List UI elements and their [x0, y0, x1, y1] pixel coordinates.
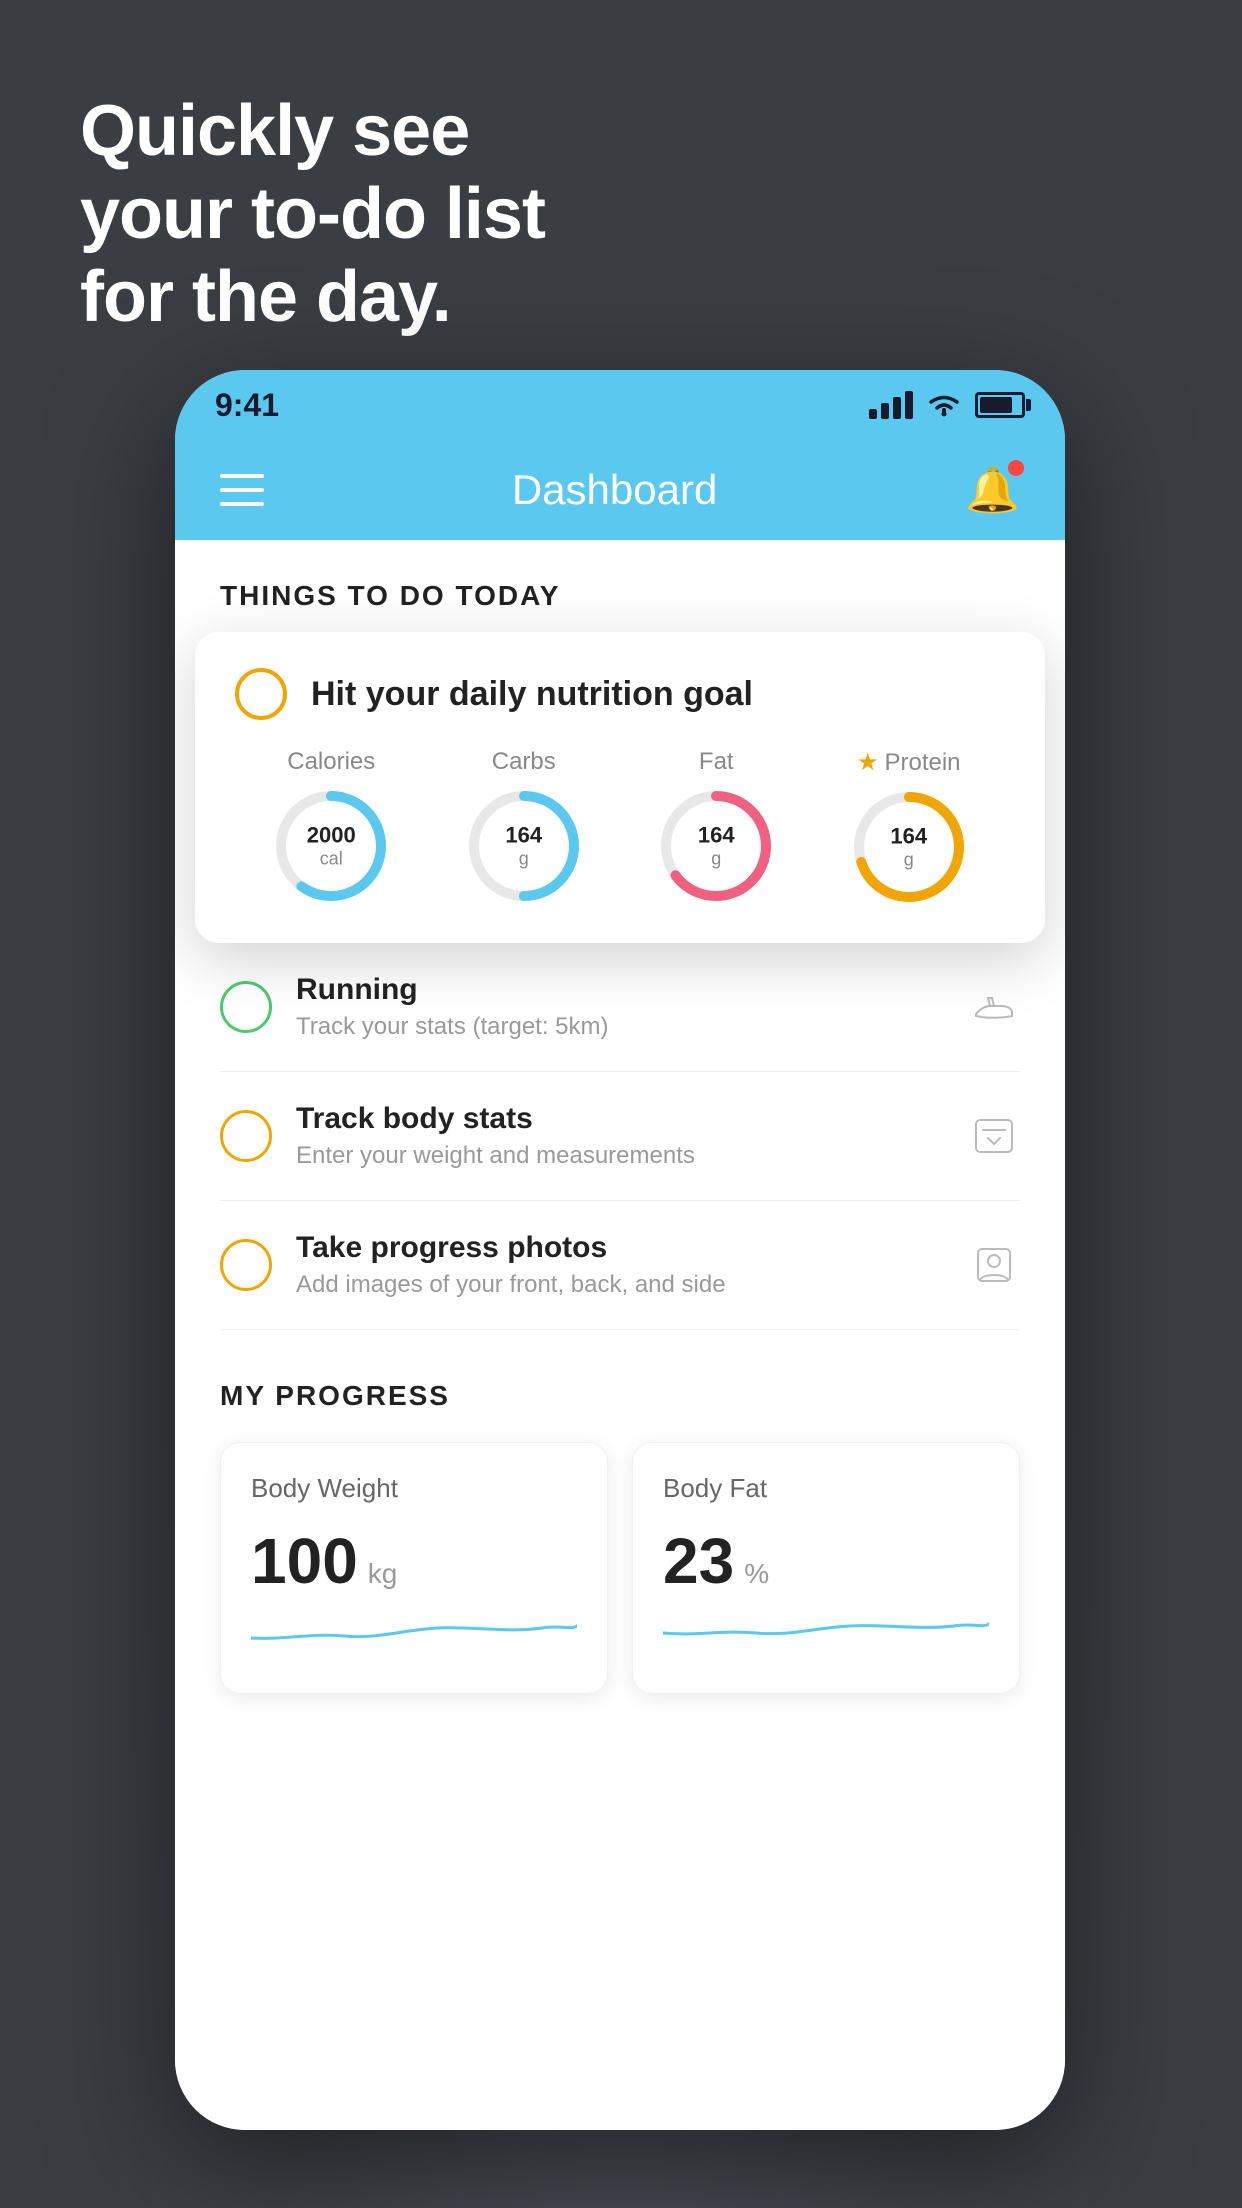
ring-protein-label-row: ★ Protein — [857, 748, 961, 777]
nutrition-card: Hit your daily nutrition goal Calories — [195, 632, 1045, 943]
phone-frame: 9:41 — [175, 370, 1065, 2130]
ring-fat-unit: g — [698, 849, 735, 870]
ring-calories-label: Calories — [287, 748, 375, 776]
body-fat-card[interactable]: Body Fat 23 % — [632, 1442, 1020, 1694]
ring-calories-unit: cal — [307, 849, 356, 870]
todo-item-running[interactable]: Running Track your stats (target: 5km) — [220, 943, 1020, 1072]
wifi-icon — [927, 392, 961, 418]
body-weight-card[interactable]: Body Weight 100 kg — [220, 1442, 608, 1694]
ring-carbs-container: 164 g — [464, 786, 584, 906]
progress-section: MY PROGRESS Body Weight 100 kg — [175, 1330, 1065, 1734]
body-stats-title: Track body stats — [296, 1102, 944, 1136]
progress-header: MY PROGRESS — [220, 1380, 1020, 1412]
photos-text: Take progress photos Add images of your … — [296, 1231, 944, 1299]
nutrition-card-header: Hit your daily nutrition goal — [235, 668, 1005, 720]
ring-fat-value: 164 — [698, 823, 735, 849]
phone-body: Hit your daily nutrition goal Calories — [175, 632, 1065, 1764]
star-icon: ★ — [857, 748, 879, 777]
ring-protein-container: 164 g — [849, 787, 969, 907]
signal-bars-icon — [869, 391, 913, 419]
ring-carbs-value: 164 — [505, 823, 542, 849]
photos-circle-icon — [220, 1239, 272, 1291]
nutrition-rings: Calories 2000 cal — [235, 748, 1005, 907]
todo-item-photos[interactable]: Take progress photos Add images of your … — [220, 1201, 1020, 1330]
running-circle-icon — [220, 981, 272, 1033]
scale-icon — [968, 1110, 1020, 1162]
ring-carbs-unit: g — [505, 849, 542, 870]
body-weight-sparkline — [251, 1598, 577, 1658]
ring-calories-container: 2000 cal — [271, 786, 391, 906]
photos-title: Take progress photos — [296, 1231, 944, 1265]
things-to-do-header: THINGS TO DO TODAY — [175, 540, 1065, 632]
bell-notification-icon[interactable]: 🔔 — [965, 464, 1020, 516]
nav-bar: Dashboard 🔔 — [175, 440, 1065, 540]
body-weight-unit: kg — [368, 1558, 398, 1590]
content-area: THINGS TO DO TODAY Hit your daily nutrit… — [175, 540, 1065, 2130]
body-weight-number: 100 — [251, 1524, 358, 1598]
body-fat-title: Body Fat — [663, 1473, 989, 1504]
status-bar: 9:41 — [175, 370, 1065, 440]
ring-fat: Fat 164 g — [656, 748, 776, 906]
ring-carbs-label: Carbs — [492, 748, 556, 776]
ring-fat-label: Fat — [699, 748, 734, 776]
body-fat-value-row: 23 % — [663, 1524, 989, 1598]
ring-protein-label: Protein — [884, 749, 960, 777]
ring-fat-container: 164 g — [656, 786, 776, 906]
body-fat-unit: % — [744, 1558, 769, 1590]
nutrition-card-title: Hit your daily nutrition goal — [311, 675, 753, 714]
body-weight-value-row: 100 kg — [251, 1524, 577, 1598]
ring-calories: Calories 2000 cal — [271, 748, 391, 906]
person-photo-icon — [968, 1239, 1020, 1291]
ring-carbs: Carbs 164 g — [464, 748, 584, 906]
body-stats-subtitle: Enter your weight and measurements — [296, 1142, 944, 1170]
photos-subtitle: Add images of your front, back, and side — [296, 1271, 944, 1299]
body-fat-sparkline — [663, 1598, 989, 1658]
unchecked-circle-icon[interactable] — [235, 668, 287, 720]
running-subtitle: Track your stats (target: 5km) — [296, 1013, 944, 1041]
status-time: 9:41 — [215, 387, 279, 424]
ring-protein-value: 164 — [890, 824, 927, 850]
body-fat-number: 23 — [663, 1524, 734, 1598]
body-stats-circle-icon — [220, 1110, 272, 1162]
hamburger-menu-icon[interactable] — [220, 474, 264, 506]
ring-protein-unit: g — [890, 850, 927, 871]
todo-list: Running Track your stats (target: 5km) — [175, 943, 1065, 1330]
body-weight-title: Body Weight — [251, 1473, 577, 1504]
ring-calories-value: 2000 — [307, 823, 356, 849]
body-stats-text: Track body stats Enter your weight and m… — [296, 1102, 944, 1170]
nav-title: Dashboard — [512, 466, 717, 514]
shoe-icon — [968, 981, 1020, 1033]
running-title: Running — [296, 973, 944, 1007]
headline-text: Quickly see your to-do list for the day. — [80, 90, 545, 338]
todo-item-body-stats[interactable]: Track body stats Enter your weight and m… — [220, 1072, 1020, 1201]
status-icons — [869, 391, 1025, 419]
battery-icon — [975, 392, 1025, 418]
running-text: Running Track your stats (target: 5km) — [296, 973, 944, 1041]
progress-cards: Body Weight 100 kg Body Fat — [220, 1442, 1020, 1694]
ring-protein: ★ Protein 164 g — [849, 748, 969, 907]
